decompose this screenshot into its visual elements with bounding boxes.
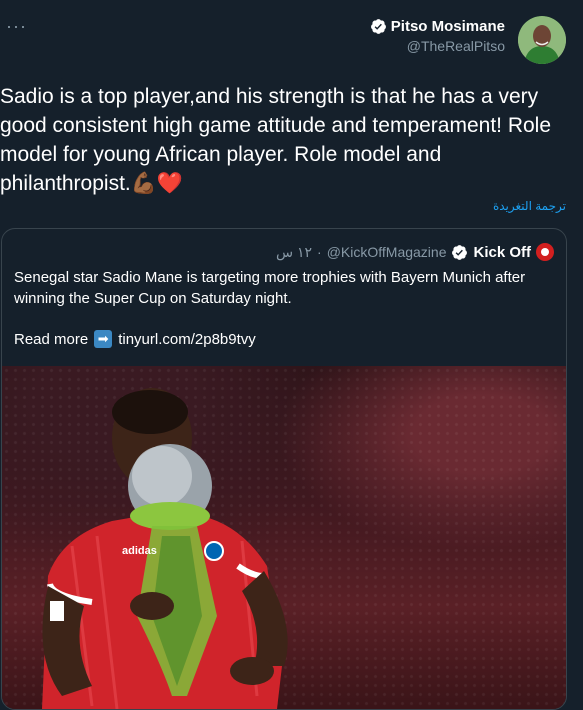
- avatar-portrait-icon: [518, 16, 566, 64]
- more-options-icon[interactable]: ···: [6, 16, 27, 37]
- verified-badge-icon: [370, 19, 386, 34]
- tweet-author[interactable]: Pitso Mosimane @TheRealPitso: [370, 18, 505, 54]
- author-avatar[interactable]: [518, 16, 566, 64]
- quoted-link[interactable]: tinyurl.com/2p8b9tvy: [118, 331, 256, 348]
- quoted-tweet-text: Senegal star Sadio Mane is targeting mor…: [14, 269, 526, 307]
- sleeve-badge-icon: [50, 601, 64, 621]
- read-more-label: Read more: [14, 330, 89, 348]
- tweet-text: Sadio is a top player,and his strength i…: [0, 85, 552, 195]
- quoted-author-avatar[interactable]: [536, 243, 554, 261]
- author-name[interactable]: Pitso Mosimane: [391, 18, 505, 35]
- adidas-logo-text: adidas: [122, 545, 157, 557]
- author-handle[interactable]: @TheRealPitso: [370, 38, 505, 54]
- translate-tweet-link[interactable]: ترجمة التغريدة: [493, 199, 566, 213]
- player-with-trophy-illustration: adidas: [42, 388, 288, 709]
- quoted-tweet-time[interactable]: ١٢ س: [276, 244, 312, 261]
- bayern-crest-icon: [204, 541, 224, 561]
- quoted-separator: ·: [317, 244, 322, 260]
- quoted-author-handle[interactable]: @KickOffMagazine: [327, 244, 447, 260]
- quoted-tweet-photo[interactable]: adidas: [2, 366, 566, 709]
- verified-badge-icon: [452, 244, 468, 260]
- right-arrow-icon: ➡: [94, 330, 113, 348]
- quoted-tweet[interactable]: ١٢ س · @KickOffMagazine Kick Off Senegal…: [1, 228, 567, 710]
- quoted-tweet-header: ١٢ س · @KickOffMagazine Kick Off: [276, 243, 554, 261]
- quoted-read-more: Read more ➡ tinyurl.com/2p8b9tvy: [14, 330, 256, 348]
- quoted-author-name[interactable]: Kick Off: [473, 244, 531, 261]
